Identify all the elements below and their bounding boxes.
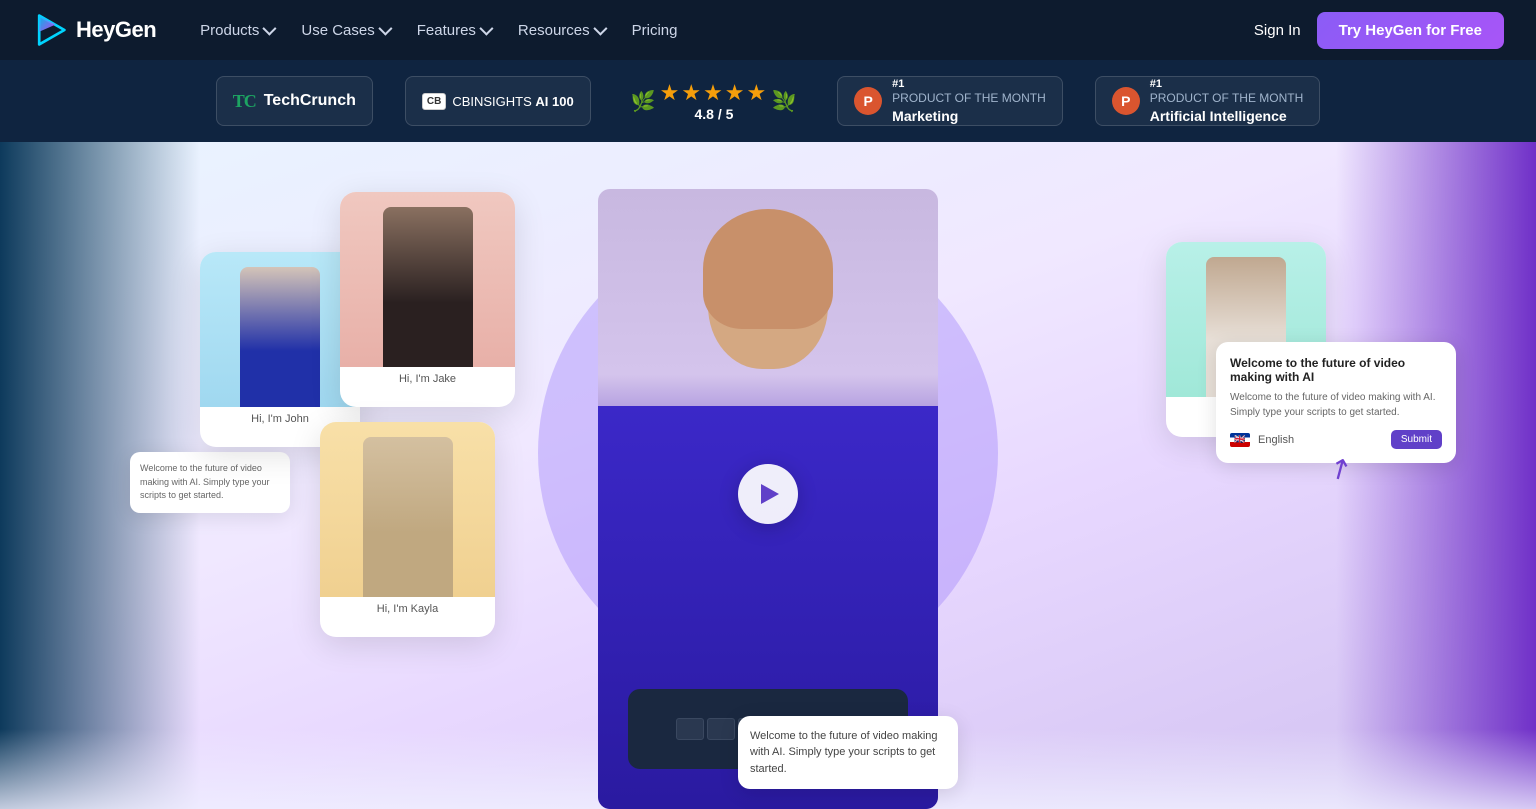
text-card-left: Welcome to the future of video making wi…	[130, 452, 290, 513]
ai-type: Artificial Intelligence	[1150, 107, 1304, 125]
text-card-right: Welcome to the future of video making wi…	[1216, 342, 1456, 463]
logo[interactable]: HeyGen	[32, 12, 156, 48]
marketing-type: Marketing	[892, 107, 1046, 125]
features-chevron-icon	[479, 22, 493, 36]
text-card-left-body: Welcome to the future of video making wi…	[140, 462, 280, 503]
text-card-bottom: Welcome to the future of video making wi…	[738, 716, 958, 790]
producthunt-ai-badge: P #1 PRODUCT OF THE MONTH Artificial Int…	[1095, 76, 1321, 126]
techcrunch-logo: TC	[233, 91, 256, 112]
producthunt-marketing-icon: P	[854, 87, 882, 115]
use-cases-chevron-icon	[378, 22, 392, 36]
nav-use-cases[interactable]: Use Cases	[289, 16, 400, 45]
cbinsights-badge: CB CBINSIGHTS AI 100	[405, 76, 591, 126]
products-chevron-icon	[263, 22, 277, 36]
avatar-hair	[703, 209, 833, 329]
submit-button[interactable]: Submit	[1391, 430, 1442, 449]
nav-use-cases-label: Use Cases	[301, 22, 374, 39]
play-icon	[761, 484, 779, 504]
avatar-card-john[interactable]: Hi, I'm John	[200, 252, 360, 447]
marketing-sub: PRODUCT OF THE MONTH	[892, 91, 1046, 107]
wreath-right-icon: 🌿	[772, 89, 797, 114]
producthunt-marketing-badge: P #1 PRODUCT OF THE MONTH Marketing	[837, 76, 1063, 126]
ai-sub: PRODUCT OF THE MONTH	[1150, 91, 1304, 107]
ai-num: #1	[1150, 77, 1304, 91]
avatar-card-john-image	[200, 252, 360, 407]
marketing-num: #1	[892, 77, 1046, 91]
logo-text: HeyGen	[76, 17, 156, 43]
text-card-right-body: Welcome to the future of video making wi…	[1230, 390, 1442, 420]
nav-products[interactable]: Products	[188, 16, 285, 45]
g2-badge: 🌿 ★★★★★ 4.8 / 5 🌿	[623, 80, 805, 122]
john-figure	[240, 267, 320, 407]
social-proof-bar: TC TechCrunch CB CBINSIGHTS AI 100 🌿 ★★★…	[0, 60, 1536, 142]
text-card-right-title: Welcome to the future of video making wi…	[1230, 356, 1442, 384]
nav-resources-label: Resources	[518, 22, 590, 39]
nav-links: Products Use Cases Features Resources Pr…	[188, 16, 1254, 45]
avatar-card-jake-label: Hi, I'm Jake	[340, 367, 515, 391]
heygen-logo-icon	[32, 12, 68, 48]
nav-features-label: Features	[417, 22, 476, 39]
text-card-bottom-body: Welcome to the future of video making wi…	[750, 728, 946, 778]
nav-right: Sign In Try HeyGen for Free	[1254, 12, 1504, 49]
language-label: English	[1258, 434, 1294, 446]
sign-in-button[interactable]: Sign In	[1254, 22, 1301, 39]
play-button[interactable]	[738, 464, 798, 524]
try-free-button[interactable]: Try HeyGen for Free	[1317, 12, 1504, 49]
techcrunch-label: TechCrunch	[264, 92, 356, 110]
hero-section: Hi, I'm John Hi, I'm Jake Hi, I'm Kayla	[0, 142, 1536, 809]
wreath-left-icon: 🌿	[631, 89, 656, 114]
film-cell-2	[707, 718, 735, 740]
nav-pricing[interactable]: Pricing	[620, 16, 690, 45]
avatar-card-jake-image	[340, 192, 515, 367]
avatar-card-kayla-label: Hi, I'm Kayla	[320, 597, 495, 621]
nav-features[interactable]: Features	[405, 16, 502, 45]
language-flag-icon: 🇬🇧	[1230, 433, 1250, 447]
star-rating-icons: ★★★★★	[660, 80, 769, 106]
producthunt-ai-icon: P	[1112, 87, 1140, 115]
g2-rating-text: 4.8 / 5	[660, 106, 769, 122]
techcrunch-badge: TC TechCrunch	[216, 76, 373, 126]
navbar: HeyGen Products Use Cases Features Resou…	[0, 0, 1536, 60]
nav-products-label: Products	[200, 22, 259, 39]
nav-pricing-label: Pricing	[632, 22, 678, 39]
resources-chevron-icon	[593, 22, 607, 36]
film-cell-1	[676, 718, 704, 740]
avatar-card-kayla[interactable]: Hi, I'm Kayla	[320, 422, 495, 637]
nav-resources[interactable]: Resources	[506, 16, 616, 45]
kayla-figure	[363, 437, 453, 597]
cbinsights-label: CBINSIGHTS AI 100	[452, 94, 573, 109]
jake-figure	[383, 207, 473, 367]
cbinsights-icon: CB	[422, 93, 446, 110]
avatar-card-kayla-image	[320, 422, 495, 597]
avatar-card-jake[interactable]: Hi, I'm Jake	[340, 192, 515, 407]
